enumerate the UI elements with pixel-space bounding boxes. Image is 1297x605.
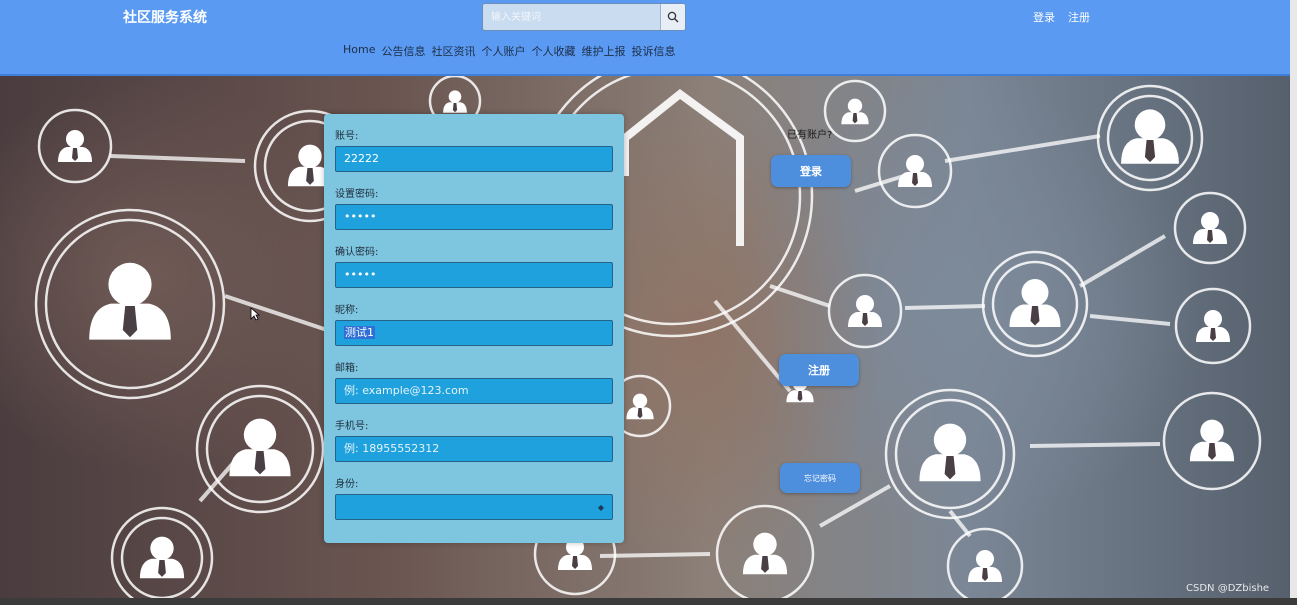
search-box	[482, 3, 686, 31]
identity-select[interactable]	[335, 494, 613, 520]
auth-links: 登录 注册	[1033, 9, 1090, 25]
forgot-password-button[interactable]: 忘记密码	[780, 463, 860, 493]
email-label: 邮箱:	[335, 363, 359, 374]
email-field: 邮箱: 例: example@123.com	[335, 359, 613, 404]
nav-personal-account[interactable]: 个人账户	[481, 43, 525, 59]
account-input[interactable]: 22222	[335, 146, 613, 172]
main-nav: Home 公告信息 社区资讯 个人账户 个人收藏 维护上报 投诉信息	[343, 43, 675, 59]
nickname-label: 昵称:	[335, 305, 359, 316]
nickname-field: 昵称: 测试1	[335, 301, 613, 346]
select-arrows-icon: ◆	[597, 503, 604, 512]
nickname-selected-text: 测试1	[344, 326, 375, 339]
search-input[interactable]	[483, 4, 659, 30]
password-label: 设置密码:	[335, 189, 379, 200]
identity-label: 身份:	[335, 479, 359, 490]
nav-community-news[interactable]: 社区资讯	[431, 43, 475, 59]
has-account-text: 已有账户?	[787, 130, 833, 141]
mouse-cursor-icon	[250, 306, 261, 325]
login-button[interactable]: 登录	[771, 155, 851, 187]
password-input[interactable]: •••••	[335, 204, 613, 230]
register-button[interactable]: 注册	[779, 354, 859, 386]
login-link[interactable]: 登录	[1033, 9, 1055, 25]
phone-input[interactable]: 例: 18955552312	[335, 436, 613, 462]
watermark: CSDN @DZbishe	[1186, 583, 1270, 594]
nav-complaints[interactable]: 投诉信息	[631, 43, 675, 59]
top-header: 社区服务系统 登录 注册 Home 公告信息 社区资讯 个人账户 个人收藏 维护…	[0, 0, 1290, 76]
register-form: 账号: 22222 设置密码: ••••• 确认密码: ••••• 昵称: 测试…	[324, 114, 624, 543]
email-input[interactable]: 例: example@123.com	[335, 378, 613, 404]
confirm-password-label: 确认密码:	[335, 247, 379, 258]
site-brand[interactable]: 社区服务系统	[123, 7, 207, 27]
nav-favorites[interactable]: 个人收藏	[531, 43, 575, 59]
confirm-password-input[interactable]: •••••	[335, 262, 613, 288]
search-button[interactable]	[660, 4, 685, 30]
page-scrollbar[interactable]	[1290, 0, 1297, 605]
nav-announcements[interactable]: 公告信息	[381, 43, 425, 59]
register-link[interactable]: 注册	[1068, 9, 1090, 25]
identity-field: 身份: ◆	[335, 475, 613, 520]
phone-label: 手机号:	[335, 421, 369, 432]
nav-maintenance-report[interactable]: 维护上报	[581, 43, 625, 59]
background-image	[0, 76, 1290, 598]
nickname-input[interactable]: 测试1	[335, 320, 613, 346]
phone-field: 手机号: 例: 18955552312	[335, 417, 613, 462]
account-field: 账号: 22222	[335, 127, 613, 172]
nav-home[interactable]: Home	[343, 43, 375, 59]
bottom-edge	[0, 598, 1297, 605]
password-field: 设置密码: •••••	[335, 185, 613, 230]
confirm-password-field: 确认密码: •••••	[335, 243, 613, 288]
network-people-illustration	[34, 76, 1262, 598]
search-icon	[667, 11, 679, 23]
account-label: 账号:	[335, 131, 359, 142]
